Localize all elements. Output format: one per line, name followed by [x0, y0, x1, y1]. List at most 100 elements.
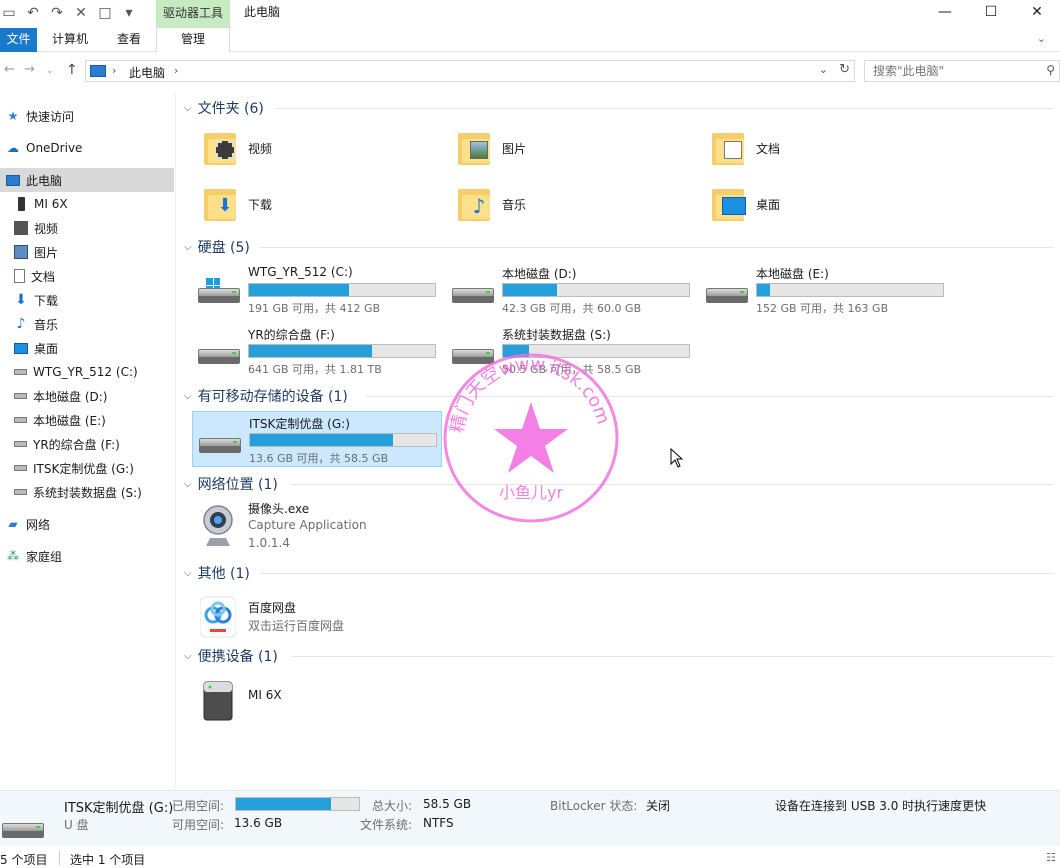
folder-name: 桌面	[756, 197, 781, 212]
sidebar-item-drive-e[interactable]: 本地磁盘 (E:)	[0, 408, 174, 432]
address-bar[interactable]: › 此电脑 › ⌄ ↻	[85, 60, 855, 82]
group-title: 网络位置 (1)	[197, 477, 278, 493]
group-header-drives[interactable]: ⌵ 硬盘 (5)	[184, 237, 250, 257]
folder-pictures[interactable]: 图片	[456, 125, 656, 171]
title-bar: ▭ ↶ ↷ ✕ □ ▾ 驱动器工具 此电脑 — ☐ ✕	[0, 0, 1060, 28]
search-icon[interactable]: ⚲	[1046, 63, 1055, 77]
sidebar-item-mi6x[interactable]: MI 6X	[0, 192, 174, 216]
details-bitlocker-label: BitLocker 状态:	[550, 799, 638, 813]
address-path[interactable]: 此电脑	[129, 64, 165, 81]
sidebar-item-documents[interactable]: 文档	[0, 264, 174, 288]
drive-tools-tab[interactable]: 驱动器工具	[156, 0, 230, 28]
hard-drive-icon	[706, 282, 748, 304]
sidebar-item-drive-s[interactable]: 系统封装数据盘 (S:)	[0, 480, 174, 504]
redo-icon[interactable]: ↷	[48, 5, 66, 21]
drive-f[interactable]: YR的综合盘 (F:) 641 GB 可用，共 1.81 TB	[192, 323, 442, 379]
sidebar-item-music[interactable]: ♪ 音乐	[0, 312, 174, 336]
search-input[interactable]	[865, 61, 1035, 81]
network-item-camera[interactable]: 摄像头.exe Capture Application 1.0.1.4	[180, 498, 580, 554]
drive-icon	[14, 441, 27, 447]
sidebar-item-quick-access[interactable]: ★ 快速访问	[0, 104, 174, 128]
drive-usage-bar	[502, 283, 690, 297]
search-box[interactable]: ⚲	[864, 60, 1060, 82]
sidebar-item-label: ITSK定制优盘 (G:)	[33, 461, 134, 476]
details-free-label: 可用空间:	[172, 818, 225, 832]
drive-name: 本地磁盘 (E:)	[756, 267, 829, 281]
group-header-folders[interactable]: ⌵ 文件夹 (6)	[184, 98, 264, 118]
sidebar-item-pictures[interactable]: 图片	[0, 240, 174, 264]
sidebar-item-this-pc[interactable]: 此电脑	[0, 168, 174, 192]
video-folder-icon	[202, 129, 238, 167]
forward-arrow-icon[interactable]: →	[24, 62, 35, 77]
other-item-baidu-netdisk[interactable]: 百度网盘 双击运行百度网盘	[180, 589, 580, 645]
quick-access-toolbar: ▭ ↶ ↷ ✕ □ ▾	[0, 3, 138, 23]
tab-manage[interactable]: 管理	[156, 28, 230, 52]
portable-item-mi6x[interactable]: MI 6X	[180, 672, 580, 728]
sidebar-item-homegroup[interactable]: ⁂ 家庭组	[0, 544, 174, 568]
drive-e[interactable]: 本地磁盘 (E:) 152 GB 可用，共 163 GB	[700, 262, 950, 318]
sidebar-item-desktop[interactable]: 桌面	[0, 336, 174, 360]
properties-icon[interactable]: ▭	[0, 5, 18, 21]
tab-file[interactable]: 文件	[0, 28, 37, 52]
sidebar-item-drive-d[interactable]: 本地磁盘 (D:)	[0, 384, 174, 408]
app-version: 1.0.1.4	[248, 536, 290, 550]
back-arrow-icon[interactable]: ←	[4, 62, 15, 77]
group-header-removable[interactable]: ⌵ 有可移动存储的设备 (1)	[184, 386, 348, 406]
drive-c[interactable]: WTG_YR_512 (C:) 191 GB 可用，共 412 GB	[192, 262, 442, 318]
new-folder-icon[interactable]: □	[96, 5, 114, 21]
address-dropdown-icon[interactable]: ⌄	[819, 63, 828, 76]
undo-icon[interactable]: ↶	[24, 5, 42, 21]
chevron-down-icon: ⌵	[184, 567, 192, 579]
chevron-down-icon: ⌵	[184, 241, 192, 253]
folder-desktop[interactable]: 桌面	[710, 181, 910, 227]
folder-music[interactable]: ♪ 音乐	[456, 181, 656, 227]
chevron-down-icon: ⌵	[184, 478, 192, 490]
close-button[interactable]: ✕	[1014, 0, 1060, 26]
details-view-icon[interactable]: ☷	[1046, 851, 1056, 864]
sidebar-item-downloads[interactable]: ⬇ 下载	[0, 288, 174, 312]
hard-drive-icon	[198, 343, 240, 365]
navigation-bar: ← → ⌄ ↑ › 此电脑 › ⌄ ↻ ⚲	[0, 56, 1060, 86]
refresh-icon[interactable]: ↻	[839, 62, 850, 77]
maximize-button[interactable]: ☐	[968, 0, 1014, 26]
group-title: 硬盘 (5)	[197, 240, 250, 256]
tab-view[interactable]: 查看	[102, 28, 156, 52]
folder-downloads[interactable]: ⬇ 下载	[202, 181, 402, 227]
chevron-right-icon[interactable]: ›	[112, 64, 116, 77]
phone-icon	[18, 197, 25, 211]
up-arrow-icon[interactable]: ↑	[66, 62, 78, 78]
document-icon	[14, 269, 25, 283]
sidebar-item-drive-g[interactable]: ITSK定制优盘 (G:)	[0, 456, 174, 480]
chevron-down-icon: ⌵	[184, 390, 192, 402]
sidebar-item-videos[interactable]: 视频	[0, 216, 174, 240]
desktop-folder-icon	[710, 185, 746, 223]
group-header-network[interactable]: ⌵ 网络位置 (1)	[184, 474, 278, 494]
download-folder-icon: ⬇	[202, 185, 238, 223]
chevron-down-icon[interactable]: ⌄	[1037, 32, 1046, 45]
recent-chevron-icon[interactable]: ⌄	[46, 66, 54, 76]
sidebar-item-network[interactable]: ▰ 网络	[0, 512, 174, 536]
sidebar-item-drive-f[interactable]: YR的综合盘 (F:)	[0, 432, 174, 456]
drive-g[interactable]: ITSK定制优盘 (G:) 13.6 GB 可用，共 58.5 GB	[192, 411, 442, 467]
drive-d[interactable]: 本地磁盘 (D:) 42.3 GB 可用，共 60.0 GB	[446, 262, 696, 318]
details-usage-bar	[235, 797, 360, 811]
minimize-button[interactable]: —	[922, 0, 968, 26]
sidebar-item-drive-c[interactable]: WTG_YR_512 (C:)	[0, 360, 174, 384]
sidebar-item-onedrive[interactable]: ☁ OneDrive	[0, 136, 174, 160]
details-usb-tip: 设备在连接到 USB 3.0 时执行速度更快	[775, 799, 987, 813]
group-header-other[interactable]: ⌵ 其他 (1)	[184, 563, 250, 583]
drive-space-info: 191 GB 可用，共 412 GB	[248, 302, 381, 315]
customize-toolbar-icon[interactable]: ▾	[120, 5, 138, 21]
drive-icon	[14, 465, 27, 471]
folder-videos[interactable]: 视频	[202, 125, 402, 171]
folder-documents[interactable]: 文档	[710, 125, 910, 171]
chevron-right-icon[interactable]: ›	[174, 64, 178, 77]
folder-name: 下载	[248, 197, 273, 212]
drive-s[interactable]: 系统封装数据盘 (S:) 50.5 GB 可用，共 58.5 GB	[446, 323, 696, 379]
status-separator	[59, 851, 60, 865]
tab-computer[interactable]: 计算机	[40, 28, 100, 52]
usb-drive-icon	[2, 817, 46, 839]
delete-icon[interactable]: ✕	[72, 5, 90, 21]
sidebar-item-label: 此电脑	[26, 173, 63, 188]
group-header-portable[interactable]: ⌵ 便携设备 (1)	[184, 646, 278, 666]
